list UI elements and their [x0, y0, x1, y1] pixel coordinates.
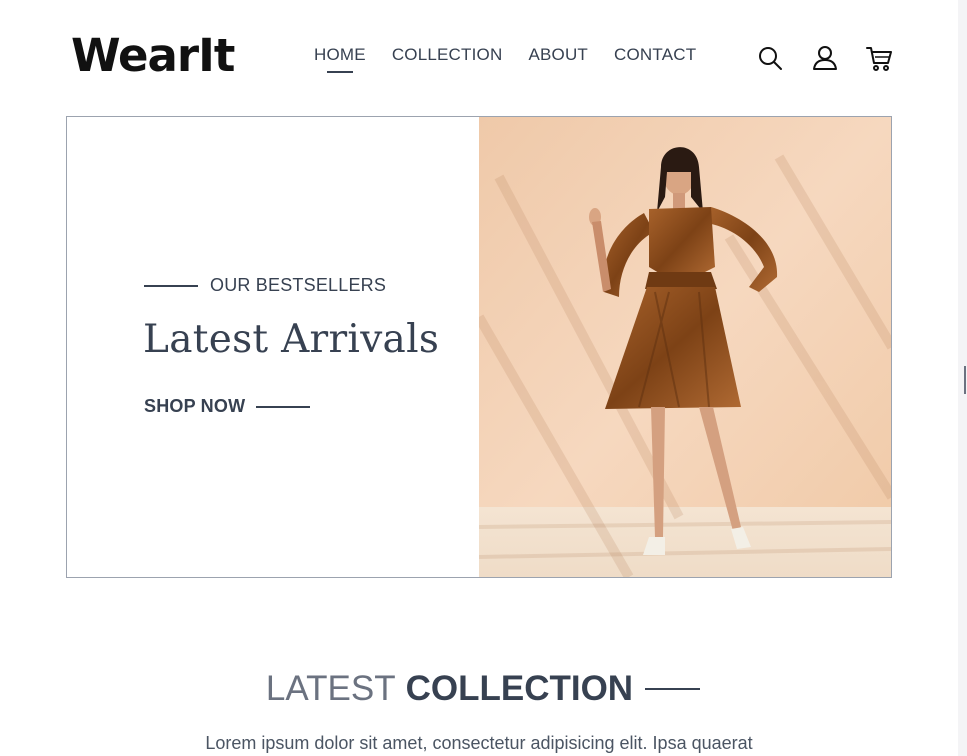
nav-item-about[interactable]: ABOUT	[528, 44, 588, 66]
main-nav: HOME COLLECTION ABOUT CONTACT	[314, 44, 696, 73]
latest-collection-description: Lorem ipsum dolor sit amet, consectetur …	[205, 733, 753, 753]
eyebrow-rule	[144, 284, 198, 287]
hero-image	[479, 117, 891, 577]
search-button[interactable]	[756, 44, 784, 72]
heading-bold-text: COLLECTION	[405, 669, 634, 708]
nav-item-collection[interactable]: COLLECTION	[392, 44, 503, 66]
scrollbar-thumb[interactable]	[964, 366, 966, 394]
eyebrow-text: OUR BESTSELLERS	[210, 275, 387, 295]
hero-banner: OUR BESTSELLERS Latest Arrivals SHOP NOW	[66, 116, 892, 578]
hero-eyebrow: OUR BESTSELLERS	[144, 275, 386, 296]
search-icon	[759, 47, 782, 70]
active-nav-underline	[326, 71, 353, 73]
account-button[interactable]	[811, 44, 839, 72]
nav-item-label: COLLECTION	[391, 45, 503, 64]
shop-now-label: SHOP NOW	[144, 396, 246, 416]
heading-light-text: LATEST	[265, 669, 396, 708]
shop-now-rule	[256, 405, 311, 408]
hero-text-panel: OUR BESTSELLERS Latest Arrivals SHOP NOW	[67, 117, 479, 577]
shop-now-button[interactable]: SHOP NOW	[144, 396, 311, 417]
user-icon	[813, 46, 837, 70]
hero-title: Latest Arrivals	[143, 317, 440, 362]
latest-collection-heading: LATEST COLLECTION	[0, 669, 958, 709]
cart-icon	[866, 47, 892, 71]
nav-item-label: HOME	[314, 45, 366, 64]
cart-button[interactable]	[865, 44, 893, 72]
hero-photo	[479, 117, 891, 577]
brand-logo[interactable]: WearIt	[71, 30, 235, 82]
nav-item-home[interactable]: HOME	[314, 44, 366, 73]
nav-item-contact[interactable]: CONTACT	[614, 44, 696, 66]
nav-item-label: CONTACT	[614, 45, 697, 64]
nav-item-label: ABOUT	[528, 45, 589, 64]
heading-group: LATEST COLLECTION	[258, 669, 701, 709]
heading-rule	[645, 688, 701, 690]
